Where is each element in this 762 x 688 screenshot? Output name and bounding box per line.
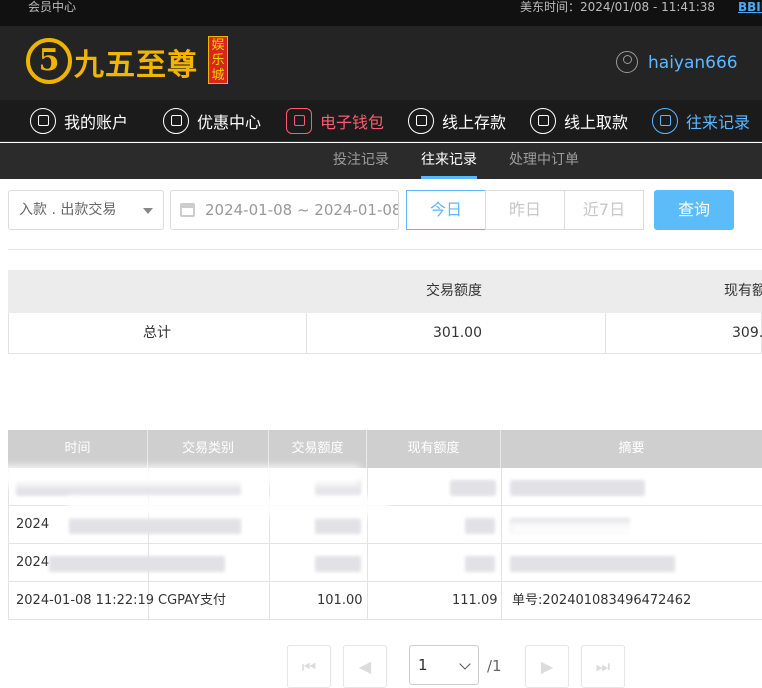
divider	[8, 249, 762, 250]
blurred-content	[510, 556, 675, 572]
cell-divider	[306, 313, 307, 353]
gift-icon	[163, 108, 189, 134]
cell-divider	[269, 582, 270, 619]
date-range-value: 2024-01-08 ~ 2024-01-08	[205, 201, 399, 219]
blurred-content	[510, 480, 645, 496]
col-balance: 现有额度	[367, 430, 501, 468]
username[interactable]: haiyan666	[648, 50, 738, 76]
col-type: 交易类别	[148, 430, 269, 468]
cell-divider	[367, 582, 368, 619]
last-page-button[interactable]: ⏭	[581, 645, 625, 688]
col-time: 时间	[8, 430, 148, 468]
nav-label: 我的账户	[64, 113, 129, 132]
nav-label: 优惠中心	[197, 113, 262, 132]
filter-bar: 入款 . 出款交易 2024-01-08 ~ 2024-01-08 今日 昨日 …	[0, 190, 762, 230]
cell-divider	[501, 544, 502, 581]
summary-total-label: 总计	[143, 325, 171, 341]
blurred-content	[465, 518, 495, 534]
summary-balance: 309.	[732, 325, 762, 341]
calendar-icon	[180, 203, 195, 217]
query-button[interactable]: 查询	[654, 190, 734, 230]
nav-label: 线上存款	[442, 113, 507, 132]
records-icon	[652, 108, 678, 134]
tab-pending-orders[interactable]: 处理中订单	[509, 143, 579, 179]
member-center-link[interactable]: 会员中心	[28, 0, 76, 14]
blurred-content	[315, 556, 361, 572]
blurred-content	[465, 556, 495, 572]
redaction-smear	[0, 466, 360, 486]
blurred-content	[69, 518, 241, 534]
page-total: /1	[487, 657, 502, 675]
cell-divider	[605, 313, 606, 353]
logo-mark: 5	[26, 38, 72, 84]
pagination: ⏮ ◀ 1 /1 ▶ ⏭	[0, 645, 762, 688]
nav-transaction-records[interactable]: 往来记录	[652, 100, 750, 142]
redaction-smear	[68, 496, 388, 516]
page-select-value: 1	[418, 656, 428, 674]
page-select[interactable]: 1	[409, 645, 479, 685]
blurred-content	[49, 556, 225, 572]
blurred-content	[450, 480, 496, 496]
summary-row: 总计 301.00 309.	[8, 313, 762, 354]
col-summary: 摘要	[501, 430, 762, 468]
nav-label: 线上取款	[564, 113, 629, 132]
today-button[interactable]: 今日	[406, 190, 486, 230]
blurred-content	[315, 518, 361, 534]
first-page-button[interactable]: ⏮	[287, 645, 331, 688]
nav-e-wallet[interactable]: 电子钱包	[286, 100, 384, 142]
row-amount: 101.00	[317, 593, 363, 608]
redaction-smear	[508, 522, 708, 538]
last-7-days-button[interactable]: 近7日	[564, 190, 644, 230]
deposit-icon	[408, 108, 434, 134]
row-balance: 111.09	[452, 593, 498, 608]
tab-transaction-records[interactable]: 往来记录	[421, 143, 477, 179]
main-nav: 我的账户 优惠中心 电子钱包 线上存款 线上取款 往来记录	[0, 100, 762, 142]
transaction-type-select[interactable]: 入款 . 出款交易	[8, 190, 164, 230]
header: 5 九五至尊 娱乐城 haiyan666	[0, 26, 762, 100]
summary-header-balance: 现有额	[724, 283, 762, 299]
nav-promotions[interactable]: 优惠中心	[163, 100, 261, 142]
withdraw-icon	[530, 108, 556, 134]
wallet-icon	[286, 108, 312, 134]
chevron-down-icon	[459, 658, 471, 670]
col-amount: 交易额度	[269, 430, 367, 468]
cell-divider	[501, 468, 502, 505]
nav-label: 电子钱包	[320, 113, 385, 132]
prev-page-button[interactable]: ◀	[343, 645, 387, 688]
nav-online-deposit[interactable]: 线上存款	[408, 100, 506, 142]
next-page-button[interactable]: ▶	[525, 645, 569, 688]
table-row: 2024-01-08 11:22:19 CGPAY支付 101.00 111.0…	[8, 582, 762, 620]
user-avatar-icon	[616, 51, 638, 73]
tab-bet-records[interactable]: 投注记录	[333, 143, 389, 179]
summary-header-amount: 交易额度	[426, 283, 482, 299]
row-summary: 单号:202401083496472462	[512, 593, 692, 608]
row-time: 2024	[16, 555, 50, 570]
row-time: 2024-01-08 11:22:19	[16, 593, 155, 608]
row-type: CGPAY支付	[158, 593, 226, 608]
caret-down-icon	[143, 208, 153, 214]
nav-label: 往来记录	[686, 113, 751, 132]
summary-header: 交易额度 现有额	[8, 270, 762, 313]
date-range-input[interactable]: 2024-01-08 ~ 2024-01-08	[170, 190, 399, 230]
row-time: 2024	[16, 517, 50, 532]
top-bar: 会员中心 美东时间：2024/01/08 - 11:41:38 BBIN	[0, 0, 762, 26]
transaction-type-value: 入款 . 出款交易	[19, 202, 117, 218]
user-icon	[30, 108, 56, 134]
cell-divider	[269, 544, 270, 581]
nav-online-withdraw[interactable]: 线上取款	[530, 100, 628, 142]
nav-my-account[interactable]: 我的账户	[30, 100, 128, 142]
yesterday-button[interactable]: 昨日	[485, 190, 565, 230]
bbin-link[interactable]: BBIN	[738, 0, 762, 14]
summary-amount: 301.00	[433, 325, 482, 341]
logo-name: 九五至尊	[74, 48, 198, 83]
eastern-time: 美东时间：2024/01/08 - 11:41:38	[520, 0, 716, 14]
page: 会员中心 美东时间：2024/01/08 - 11:41:38 BBIN 5 九…	[0, 0, 762, 688]
cell-divider	[501, 506, 502, 543]
logo-tag: 娱乐城	[208, 36, 228, 84]
site-logo[interactable]: 5 九五至尊 娱乐城	[26, 36, 236, 92]
sub-nav: 投注记录 往来记录 处理中订单	[0, 143, 762, 179]
cell-divider	[501, 582, 502, 619]
table-row: 2024	[8, 544, 762, 582]
cell-divider	[367, 544, 368, 581]
